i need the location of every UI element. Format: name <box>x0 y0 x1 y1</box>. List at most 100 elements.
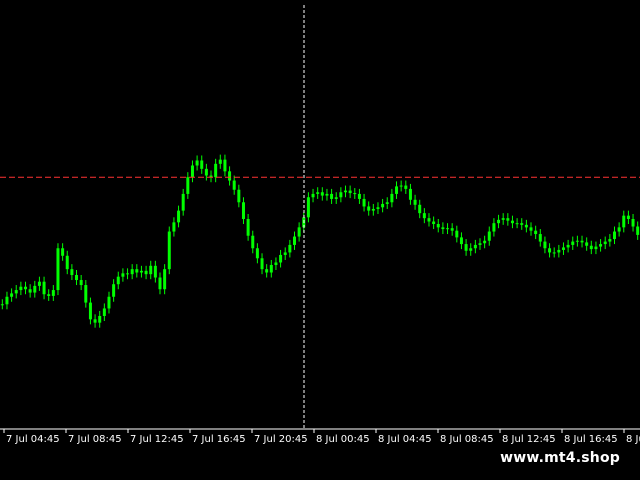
candle-body <box>33 285 37 293</box>
candle-body <box>260 258 264 270</box>
candle-body <box>241 202 245 219</box>
candle-body <box>158 277 162 290</box>
candle-body <box>455 230 459 238</box>
candle-body <box>163 269 167 290</box>
candle-body <box>186 177 190 194</box>
candle-body <box>84 285 88 303</box>
candle-body <box>571 241 575 245</box>
candle-body <box>255 248 259 259</box>
candle-body <box>274 262 278 265</box>
time-axis: 7 Jul 04:45 7 Jul 08:45 7 Jul 12:45 7 Jul 1… <box>3 429 640 445</box>
candle-body <box>353 193 357 195</box>
candle-body <box>515 223 519 225</box>
candle-body <box>79 280 83 286</box>
candle-body <box>585 242 589 246</box>
candle-body <box>98 315 102 323</box>
candle-body <box>283 252 287 255</box>
candle-body <box>320 192 324 196</box>
candle-body <box>483 240 487 244</box>
candle-body <box>223 159 227 172</box>
candle-body <box>450 228 454 231</box>
candle-body <box>195 160 199 166</box>
candle-body <box>561 247 565 250</box>
candle-body <box>311 193 315 198</box>
candle-body <box>228 171 232 181</box>
candle-body <box>325 193 329 196</box>
candle-body <box>190 165 194 178</box>
candle-body <box>589 245 593 250</box>
chart-window[interactable]: 7 Jul 04:45 7 Jul 08:45 7 Jul 12:45 7 Jul 1… <box>0 0 640 450</box>
candle-body <box>548 248 552 253</box>
candle-body <box>153 265 157 278</box>
candle-body <box>265 269 269 273</box>
candle-body <box>622 215 626 228</box>
candle-body <box>297 227 301 237</box>
candle-body <box>376 207 380 209</box>
time-tick-label: 7 Jul 20:45 <box>254 434 308 445</box>
candle-body <box>381 203 385 208</box>
candle-body <box>395 186 399 194</box>
candle-body <box>534 230 538 235</box>
candle-body <box>10 293 14 297</box>
candle-body <box>102 308 106 316</box>
candle-body <box>177 210 181 223</box>
candle-body <box>37 281 41 286</box>
candle-body <box>529 227 533 231</box>
candle-body <box>330 193 334 199</box>
candle-body <box>612 231 616 240</box>
candle-body <box>557 249 561 253</box>
candle-body <box>288 244 292 253</box>
candle-body <box>0 304 4 306</box>
candle-body <box>510 220 514 224</box>
candle-body <box>538 234 542 242</box>
candle-body <box>399 185 403 187</box>
candle-body <box>492 223 496 232</box>
candle-body <box>501 218 505 220</box>
candle-body <box>24 286 28 290</box>
candle-body <box>167 231 171 270</box>
candle-body <box>334 197 338 199</box>
candle-body <box>279 254 283 263</box>
candle-body <box>251 235 255 249</box>
candle-body <box>246 219 250 236</box>
time-tick-label: 7 Jul 12:45 <box>130 434 184 445</box>
candle-body <box>520 223 524 225</box>
candle-body <box>75 275 79 281</box>
candle-body <box>19 286 23 291</box>
candle-body <box>487 231 491 241</box>
candle-body <box>497 219 501 224</box>
candle-body <box>390 193 394 203</box>
candle-body <box>144 270 148 275</box>
time-tick-label: 8 Jul 00:45 <box>316 434 370 445</box>
candle-body <box>631 219 635 227</box>
candle-body <box>218 159 222 164</box>
candle-body <box>116 276 120 285</box>
candle-body <box>385 202 389 204</box>
candle-body <box>348 190 352 194</box>
candle-body <box>506 218 510 221</box>
candle-body <box>112 284 116 297</box>
candle-body <box>339 192 343 198</box>
candle-body <box>427 218 431 222</box>
candle-body <box>316 192 320 194</box>
candle-body <box>135 269 139 273</box>
time-tick-label: 8 Jul 16:45 <box>564 434 618 445</box>
price-chart[interactable]: 7 Jul 04:45 7 Jul 08:45 7 Jul 12:45 7 Jul 1… <box>0 0 640 450</box>
time-tick-label: 7 Jul 16:45 <box>192 434 246 445</box>
candle-body <box>617 227 621 232</box>
candle-body <box>524 224 528 228</box>
candle-body <box>599 244 603 247</box>
candle-body <box>61 248 65 256</box>
candle-body <box>575 240 579 242</box>
candle-body <box>139 270 143 273</box>
candle-body <box>371 208 375 211</box>
candle-body <box>413 199 417 205</box>
candle-body <box>28 289 32 293</box>
candle-body <box>478 243 482 245</box>
candle-series <box>0 154 640 328</box>
time-tick-label: 8 Jul 04:45 <box>378 434 432 445</box>
candle-body <box>418 204 422 214</box>
candle-body <box>214 163 218 178</box>
candle-body <box>459 237 463 245</box>
candle-body <box>56 248 60 291</box>
